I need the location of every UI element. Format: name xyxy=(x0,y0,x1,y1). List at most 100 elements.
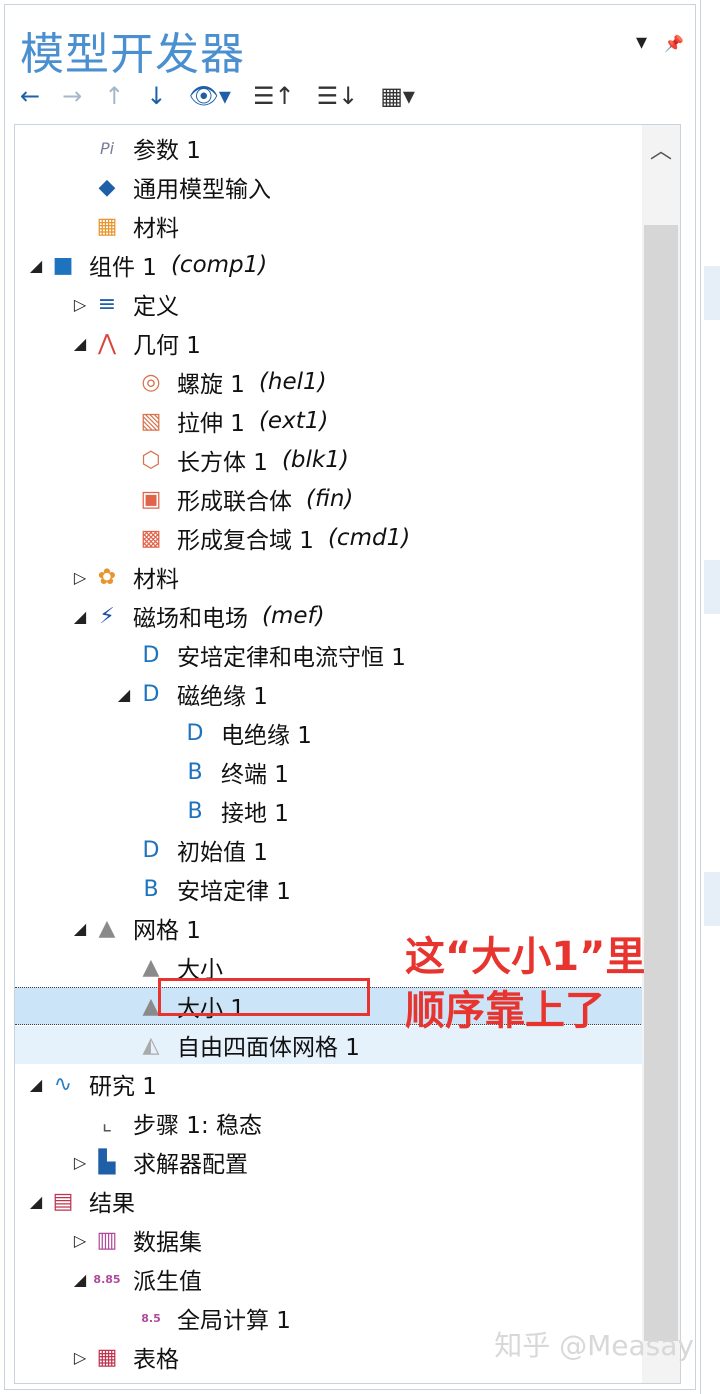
move-down-button[interactable]: ↓ xyxy=(146,78,166,114)
highlight-box xyxy=(158,978,370,1016)
tree-item[interactable]: B 接地 1 xyxy=(15,792,643,830)
tree-item[interactable]: ◢ 8.85 派生值 xyxy=(15,1260,643,1298)
scroll-up-icon[interactable]: ︿ xyxy=(650,133,672,165)
collapse-icon[interactable]: ◢ xyxy=(25,1075,47,1094)
watermark: 知乎 @Measay xyxy=(494,1329,694,1362)
tree-node-icon: D xyxy=(186,720,204,746)
collapse-icon[interactable]: ◢ xyxy=(69,1270,91,1289)
tree-node-icon: ✿ xyxy=(97,564,117,590)
expand-all-button[interactable]: ☰↓ xyxy=(317,78,359,114)
move-up-button[interactable]: ↑ xyxy=(104,78,124,114)
title-tools: ▾ 📌 xyxy=(636,30,684,55)
scroll-thumb[interactable] xyxy=(644,225,678,1341)
tree-item-label: 定义 xyxy=(133,294,179,320)
tree-item[interactable]: ▩ 形成复合域 1 (cmd1) xyxy=(15,519,643,557)
tree-item-label: 磁场和电场 xyxy=(133,606,248,632)
pin-icon[interactable]: 📌 xyxy=(664,34,684,53)
tree-item-label: 参数 1 xyxy=(133,138,201,164)
tree-item[interactable]: ⬡ 长方体 1 (blk1) xyxy=(15,441,643,479)
tree-node-icon: B xyxy=(143,876,159,902)
tree-item-label: 长方体 1 xyxy=(177,450,268,476)
tree-node-icon: ▦ xyxy=(96,1344,118,1370)
tree-item[interactable]: ◢ D 磁绝缘 1 xyxy=(15,675,643,713)
tree-node-icon: ▲ xyxy=(98,915,116,941)
tree-node-icon: ▦ xyxy=(96,213,118,239)
collapse-icon[interactable]: ◢ xyxy=(25,256,47,275)
tree-node-icon: ≡ xyxy=(97,291,117,317)
adjacent-panel-bar xyxy=(704,266,720,320)
expand-icon[interactable]: ▷ xyxy=(69,295,91,314)
tree-item[interactable]: ◎ 螺旋 1 (hel1) xyxy=(15,363,643,401)
show-button[interactable]: 👁▾ xyxy=(188,78,231,114)
annotation-line-1: 这“大小1”里 xyxy=(405,934,646,980)
tree-node-icon: ▧ xyxy=(140,408,162,434)
tree-item-label: 电绝缘 1 xyxy=(221,723,312,749)
tree-item-label: 螺旋 1 xyxy=(177,372,245,398)
tree-item-tag: (fin) xyxy=(306,486,354,512)
tree-item[interactable]: ▷ ✿ 材料 xyxy=(15,558,643,596)
back-button[interactable]: ← xyxy=(20,78,40,114)
collapse-all-button[interactable]: ☰↑ xyxy=(253,78,295,114)
tree-node-icon: B xyxy=(187,798,203,824)
tree-item-label: 安培定律 1 xyxy=(177,879,291,905)
tree-item-tag: (blk1) xyxy=(281,447,349,473)
tree-node-icon: ■ xyxy=(52,252,74,278)
expand-icon[interactable]: ▷ xyxy=(69,1231,91,1250)
tree-node-icon: B xyxy=(187,759,203,785)
collapse-icon[interactable]: ◢ xyxy=(113,685,135,704)
tree-item-label: 终端 1 xyxy=(221,762,289,788)
model-tree: Pi 参数 1 ◆ 通用模型输入 ▦ 材料 ◢ ■ 组件 1 (comp1) ▷ ≡ 定义 ◢ ⋀ 几何 1 ◎… xyxy=(14,124,644,1384)
tree-item[interactable]: ◢ ■ 组件 1 (comp1) xyxy=(15,246,643,284)
tree-item-label: 材料 xyxy=(133,567,179,593)
tree-item-label: 形成联合体 xyxy=(177,489,292,515)
tree-node-icon: 8.85 xyxy=(93,1272,121,1286)
collapse-icon[interactable]: ◢ xyxy=(69,919,91,938)
tree-item[interactable]: ▦ 材料 xyxy=(15,207,643,245)
tree-item[interactable]: ◢ ▤ 结果 xyxy=(15,1182,643,1220)
adjacent-panel-bar xyxy=(704,872,720,926)
panel-menu-dropdown[interactable]: ▾ xyxy=(636,30,647,55)
view-options-button[interactable]: ▦▾ xyxy=(380,78,415,114)
tree-item[interactable]: D 初始值 1 xyxy=(15,831,643,869)
collapse-icon[interactable]: ◢ xyxy=(69,607,91,626)
tree-node-icon: D xyxy=(142,837,160,863)
tree-item[interactable]: D 安培定律和电流守恒 1 xyxy=(15,636,643,674)
expand-icon[interactable]: ▷ xyxy=(69,1348,91,1367)
tree-item[interactable]: Pi 参数 1 xyxy=(15,129,643,167)
tree-item[interactable]: ◢ ∿ 研究 1 xyxy=(15,1065,643,1103)
tree-node-icon: ⚡ xyxy=(99,603,115,629)
tree-item[interactable]: D 电绝缘 1 xyxy=(15,714,643,752)
tree-node-icon: ▩ xyxy=(140,525,162,551)
expand-icon[interactable]: ▷ xyxy=(69,1153,91,1172)
adjacent-panel-bar xyxy=(704,560,720,614)
vertical-scrollbar[interactable]: ︿ xyxy=(642,124,681,1384)
tree-item-tag: (mef) xyxy=(262,603,325,629)
tree-item[interactable]: ▷ ▥ 数据集 xyxy=(15,1221,643,1259)
tree-item-label: 求解器配置 xyxy=(133,1152,248,1178)
tree-item[interactable]: ▷ ▙ 求解器配置 xyxy=(15,1143,643,1181)
tree-item-label: 几何 1 xyxy=(133,333,201,359)
tree-item[interactable]: ◢ ⚡ 磁场和电场 (mef) xyxy=(15,597,643,635)
tree-item[interactable]: ▣ 形成联合体 (fin) xyxy=(15,480,643,518)
tree-item[interactable]: B 安培定律 1 xyxy=(15,870,643,908)
tree-item-label: 研究 1 xyxy=(89,1074,157,1100)
tree-item[interactable]: B 终端 1 xyxy=(15,753,643,791)
tree-item[interactable]: ▷ ≡ 定义 xyxy=(15,285,643,323)
tree-item[interactable]: ▧ 拉伸 1 (ext1) xyxy=(15,402,643,440)
tree-node-icon: D xyxy=(142,681,160,707)
tree-item[interactable]: ◢ ⋀ 几何 1 xyxy=(15,324,643,362)
tree-item-label: 通用模型输入 xyxy=(133,177,271,203)
tree-node-icon: ▣ xyxy=(140,486,162,512)
tree-item-label: 全局计算 1 xyxy=(177,1308,291,1334)
tree-item[interactable]: ⌞ 步骤 1: 稳态 xyxy=(15,1104,643,1142)
tree-node-icon: ▥ xyxy=(96,1227,118,1253)
tree-item-label: 表格 xyxy=(133,1347,179,1373)
tree-item-label: 步骤 1: 稳态 xyxy=(133,1113,263,1139)
tree-item-label: 安培定律和电流守恒 1 xyxy=(177,645,406,671)
tree-item[interactable]: ◆ 通用模型输入 xyxy=(15,168,643,206)
expand-icon[interactable]: ▷ xyxy=(69,568,91,587)
collapse-icon[interactable]: ◢ xyxy=(25,1192,47,1211)
forward-button[interactable]: → xyxy=(62,78,82,114)
tree-node-icon: ◎ xyxy=(141,369,161,395)
collapse-icon[interactable]: ◢ xyxy=(69,334,91,353)
